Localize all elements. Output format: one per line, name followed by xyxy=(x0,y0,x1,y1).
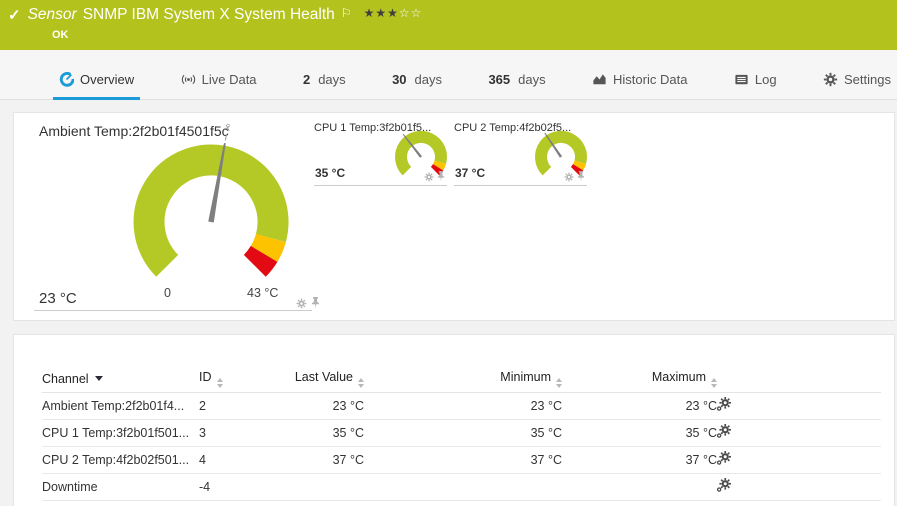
tab-number: 2 xyxy=(302,72,311,87)
tab-365-days[interactable]: 365 days xyxy=(484,72,549,99)
column-header-last-value[interactable]: Last Value xyxy=(289,367,364,393)
gauge-pin-icon[interactable] xyxy=(311,297,320,309)
channel-last-value: 37 °C xyxy=(289,446,364,474)
sort-icon xyxy=(711,378,717,389)
tab-log[interactable]: Log xyxy=(730,72,781,99)
tab-historic-data[interactable]: Historic Data xyxy=(588,72,691,99)
tab-overview[interactable]: Overview xyxy=(52,72,141,100)
gauge-cpu1-temp: CPU 1 Temp:3f2b01f5... 35 °C xyxy=(314,122,447,186)
tab-label: Log xyxy=(754,72,777,87)
channel-name: Downtime xyxy=(42,473,199,501)
priority-flag-icon[interactable]: ⚐ xyxy=(341,6,352,20)
tab-label: Historic Data xyxy=(613,72,688,87)
gauge-edit-gear-icon[interactable] xyxy=(564,172,574,182)
tab-number: 30 xyxy=(392,72,407,87)
column-header-id[interactable]: ID xyxy=(199,367,289,393)
channels-panel: Channel ID Last Value Minimum Maximum Am… xyxy=(13,334,895,506)
tab-label: Settings xyxy=(844,72,891,87)
channel-name: Ambient Temp:2f2b01f4... xyxy=(42,392,199,420)
tab-number: 365 xyxy=(488,72,511,87)
channel-minimum: 37 °C xyxy=(364,446,562,474)
channel-maximum xyxy=(562,473,717,501)
channel-settings-gear-icon[interactable] xyxy=(717,450,732,468)
historic-data-chart-icon xyxy=(593,74,606,85)
table-row: Ambient Temp:2f2b01f4... 2 23 °C 23 °C 2… xyxy=(42,392,881,420)
tab-2-days[interactable]: 2 days xyxy=(299,72,350,99)
sort-icon xyxy=(216,378,223,389)
column-header-minimum[interactable]: Minimum xyxy=(364,367,562,393)
sort-desc-icon xyxy=(94,376,103,382)
gauge-scale-min: 0 xyxy=(164,286,171,300)
channel-minimum xyxy=(364,473,562,501)
overview-gauge-icon xyxy=(59,72,74,87)
channel-maximum: 37 °C xyxy=(562,446,717,474)
priority-stars[interactable]: ★★★☆☆ xyxy=(364,6,423,20)
channel-settings-gear-icon[interactable] xyxy=(717,423,732,441)
log-list-icon xyxy=(735,74,748,85)
gauge-cpu2-temp: CPU 2 Temp:4f2b02f5... 37 °C xyxy=(454,122,587,186)
tab-label: days xyxy=(414,72,443,87)
table-row: CPU 2 Temp:4f2b02f501... 4 37 °C 37 °C 3… xyxy=(42,446,881,474)
sensor-title: SNMP IBM System X System Health xyxy=(82,6,335,23)
column-header-actions xyxy=(717,367,881,393)
sensor-status-header: ✓ Sensor SNMP IBM System X System Health… xyxy=(0,0,897,50)
stars-empty[interactable]: ☆☆ xyxy=(399,6,423,20)
channel-settings-gear-icon[interactable] xyxy=(717,396,732,414)
gauge-scale-max: 43 °C xyxy=(247,286,279,300)
table-header-row: Channel ID Last Value Minimum Maximum xyxy=(42,367,881,393)
stars-filled[interactable]: ★★★ xyxy=(364,6,399,20)
table-row: Downtime -4 xyxy=(42,473,881,501)
live-data-broadcast-icon xyxy=(181,74,195,85)
gauge-pin-icon[interactable] xyxy=(577,171,585,182)
column-header-channel[interactable]: Channel xyxy=(42,367,199,393)
channel-id: 3 xyxy=(199,419,289,447)
average-marker: x̄ xyxy=(224,122,231,134)
tab-bar: Overview Live Data 2 days 30 days 365 days … xyxy=(0,50,897,100)
settings-gear-icon xyxy=(823,72,838,87)
sort-icon xyxy=(556,378,562,389)
tab-label: days xyxy=(518,72,546,87)
channel-last-value: 23 °C xyxy=(289,392,364,420)
channel-minimum: 35 °C xyxy=(364,419,562,447)
channel-id: 2 xyxy=(199,392,289,420)
tab-30-days[interactable]: 30 days xyxy=(388,72,446,99)
table-row: CPU 1 Temp:3f2b01f501... 3 35 °C 35 °C 3… xyxy=(42,419,881,447)
gauge-divider xyxy=(34,310,312,311)
channel-name: CPU 1 Temp:3f2b01f501... xyxy=(42,419,199,447)
status-ok-check-icon: ✓ xyxy=(8,7,21,24)
object-kind-label: Sensor xyxy=(27,6,77,23)
channel-maximum: 23 °C xyxy=(562,392,717,420)
channel-last-value: 35 °C xyxy=(289,419,364,447)
column-header-maximum[interactable]: Maximum xyxy=(562,367,717,393)
channel-last-value xyxy=(289,473,364,501)
channel-maximum: 35 °C xyxy=(562,419,717,447)
tab-settings[interactable]: Settings xyxy=(819,72,895,99)
channel-minimum: 23 °C xyxy=(364,392,562,420)
channel-settings-gear-icon[interactable] xyxy=(717,477,732,495)
gauge-current-value: 23 °C xyxy=(39,290,77,307)
gauge-pin-icon[interactable] xyxy=(437,171,445,182)
gauge-edit-gear-icon[interactable] xyxy=(296,298,307,309)
channel-id: 4 xyxy=(199,446,289,474)
tab-label: Overview xyxy=(80,72,135,87)
tab-live-data[interactable]: Live Data xyxy=(177,72,261,99)
gauge-current-value: 37 °C xyxy=(455,166,486,180)
tab-label: Live Data xyxy=(201,72,257,87)
channel-id: -4 xyxy=(199,473,289,501)
gauge-ambient-temp: Ambient Temp:2f2b01f4501f5c x̄ 0 43 °C 2… xyxy=(34,122,324,323)
gauge-edit-gear-icon[interactable] xyxy=(424,172,434,182)
channel-table: Channel ID Last Value Minimum Maximum Am… xyxy=(42,367,881,501)
gauge-current-value: 35 °C xyxy=(315,166,346,180)
sort-icon xyxy=(358,378,364,389)
channel-name: CPU 2 Temp:4f2b02f501... xyxy=(42,446,199,474)
gauges-panel: Ambient Temp:2f2b01f4501f5c x̄ 0 43 °C 2… xyxy=(13,112,895,321)
ambient-temp-gauge: x̄ xyxy=(133,122,289,277)
tab-label: days xyxy=(318,72,346,87)
status-badge: OK xyxy=(52,29,69,41)
